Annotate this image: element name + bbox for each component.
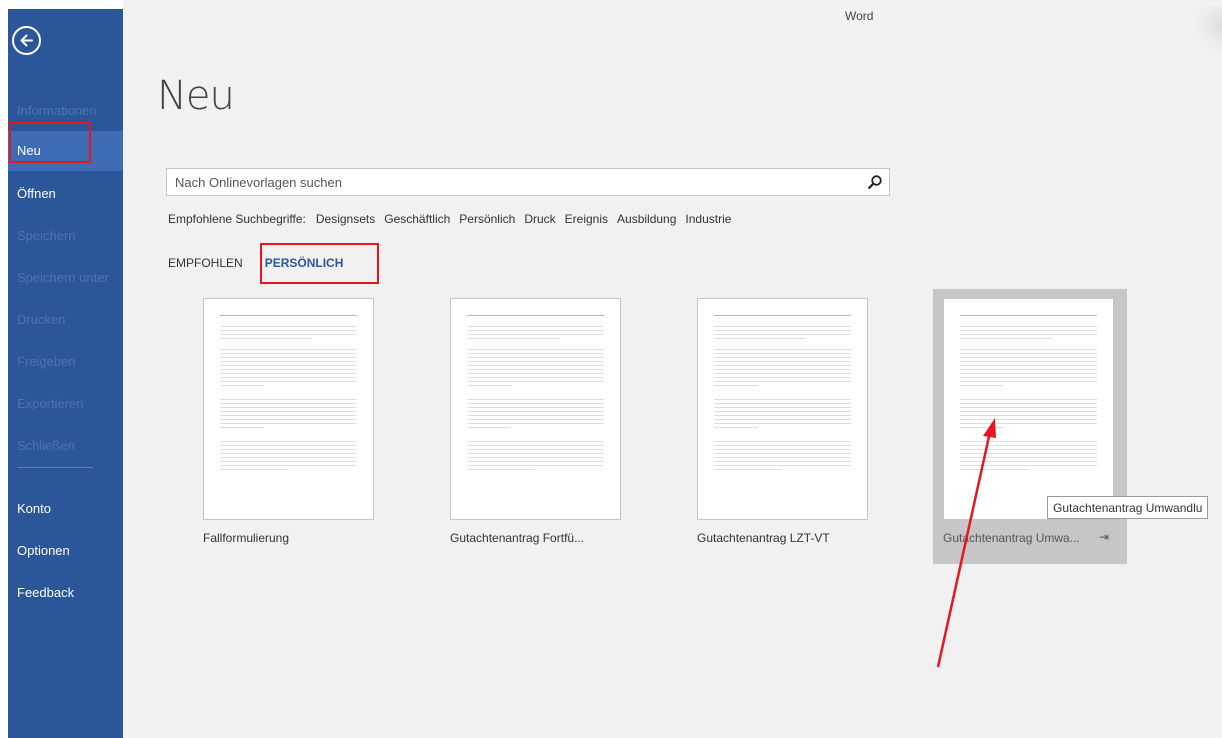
- template-card-gutachtenantrag-umwandlung[interactable]: Gutachtenantrag Umwa... ⇥: [933, 289, 1127, 564]
- nav-item-speichern-unter: Speichern unter: [17, 270, 109, 285]
- template-thumbnail: [203, 298, 374, 520]
- suggestion-industrie[interactable]: Industrie: [685, 212, 731, 226]
- arrow-left-icon: [20, 34, 33, 47]
- search-icon[interactable]: [867, 174, 883, 190]
- template-thumbnail: [697, 298, 868, 520]
- backstage-main: Word Neu Empfohlene Suchbegriffe: Designs…: [123, 0, 1222, 738]
- nav-item-optionen[interactable]: Optionen: [8, 531, 123, 571]
- template-search-box: [166, 168, 890, 196]
- template-thumbnail: [450, 298, 621, 520]
- account-avatar-edge: [1193, 6, 1222, 54]
- suggestion-druck[interactable]: Druck: [524, 212, 555, 226]
- template-name: Gutachtenantrag Fortfü...: [450, 531, 585, 545]
- nav-item-drucken: Drucken: [17, 312, 66, 327]
- suggestion-geschaeftlich[interactable]: Geschäftlich: [384, 212, 450, 226]
- nav-item-konto[interactable]: Konto: [8, 489, 123, 529]
- template-card-gutachtenantrag-lzt-vt[interactable]: Gutachtenantrag LZT-VT: [687, 289, 881, 564]
- thumbnail-lines: [220, 315, 357, 470]
- suggestion-ereignis[interactable]: Ereignis: [565, 212, 608, 226]
- template-card-gutachtenantrag-fortfuehrung[interactable]: Gutachtenantrag Fortfü...: [440, 289, 634, 564]
- suggested-searches-label: Empfohlene Suchbegriffe:: [168, 212, 306, 226]
- nav-item-speichern: Speichern: [17, 228, 76, 243]
- nav-item-schliessen: Schließen: [17, 438, 75, 453]
- nav-item-neu[interactable]: Neu: [8, 131, 123, 171]
- thumbnail-lines: [960, 315, 1097, 470]
- template-name: Fallformulierung: [203, 531, 290, 545]
- nav-item-exportieren: Exportieren: [17, 396, 84, 411]
- back-button[interactable]: [12, 26, 41, 55]
- template-name: Gutachtenantrag Umwa...: [943, 531, 1080, 545]
- nav-item-freigeben: Freigeben: [17, 354, 76, 369]
- backstage-sidebar: Informationen Neu Öffnen Speichern Speic…: [8, 9, 123, 738]
- suggested-searches: Empfohlene Suchbegriffe: Designsets Geschä…: [168, 212, 740, 226]
- template-search-input[interactable]: [167, 169, 865, 195]
- template-tooltip: Gutachtenantrag Umwandlu: [1047, 496, 1209, 519]
- nav-item-informationen: Informationen: [17, 103, 97, 118]
- tab-empfohlen[interactable]: EMPFOHLEN: [168, 256, 243, 270]
- page-title: Neu: [157, 73, 235, 119]
- nav-divider: [17, 467, 93, 468]
- suggestion-designsets[interactable]: Designsets: [316, 212, 375, 226]
- suggestion-persoenlich[interactable]: Persönlich: [459, 212, 515, 226]
- template-tabs: EMPFOHLEN PERSÖNLICH: [168, 256, 343, 270]
- template-thumbnail: [943, 298, 1114, 520]
- template-name: Gutachtenantrag LZT-VT: [697, 531, 830, 545]
- thumbnail-lines: [467, 315, 604, 470]
- tab-persoenlich[interactable]: PERSÖNLICH: [265, 256, 344, 270]
- nav-item-oeffnen[interactable]: Öffnen: [8, 174, 123, 214]
- nav-item-feedback[interactable]: Feedback: [8, 573, 123, 613]
- app-name: Word: [845, 9, 874, 23]
- suggestion-ausbildung[interactable]: Ausbildung: [617, 212, 676, 226]
- pin-icon[interactable]: ⇥: [1099, 530, 1109, 544]
- template-card-fallformulierung[interactable]: Fallformulierung: [193, 289, 387, 564]
- thumbnail-lines: [714, 315, 851, 470]
